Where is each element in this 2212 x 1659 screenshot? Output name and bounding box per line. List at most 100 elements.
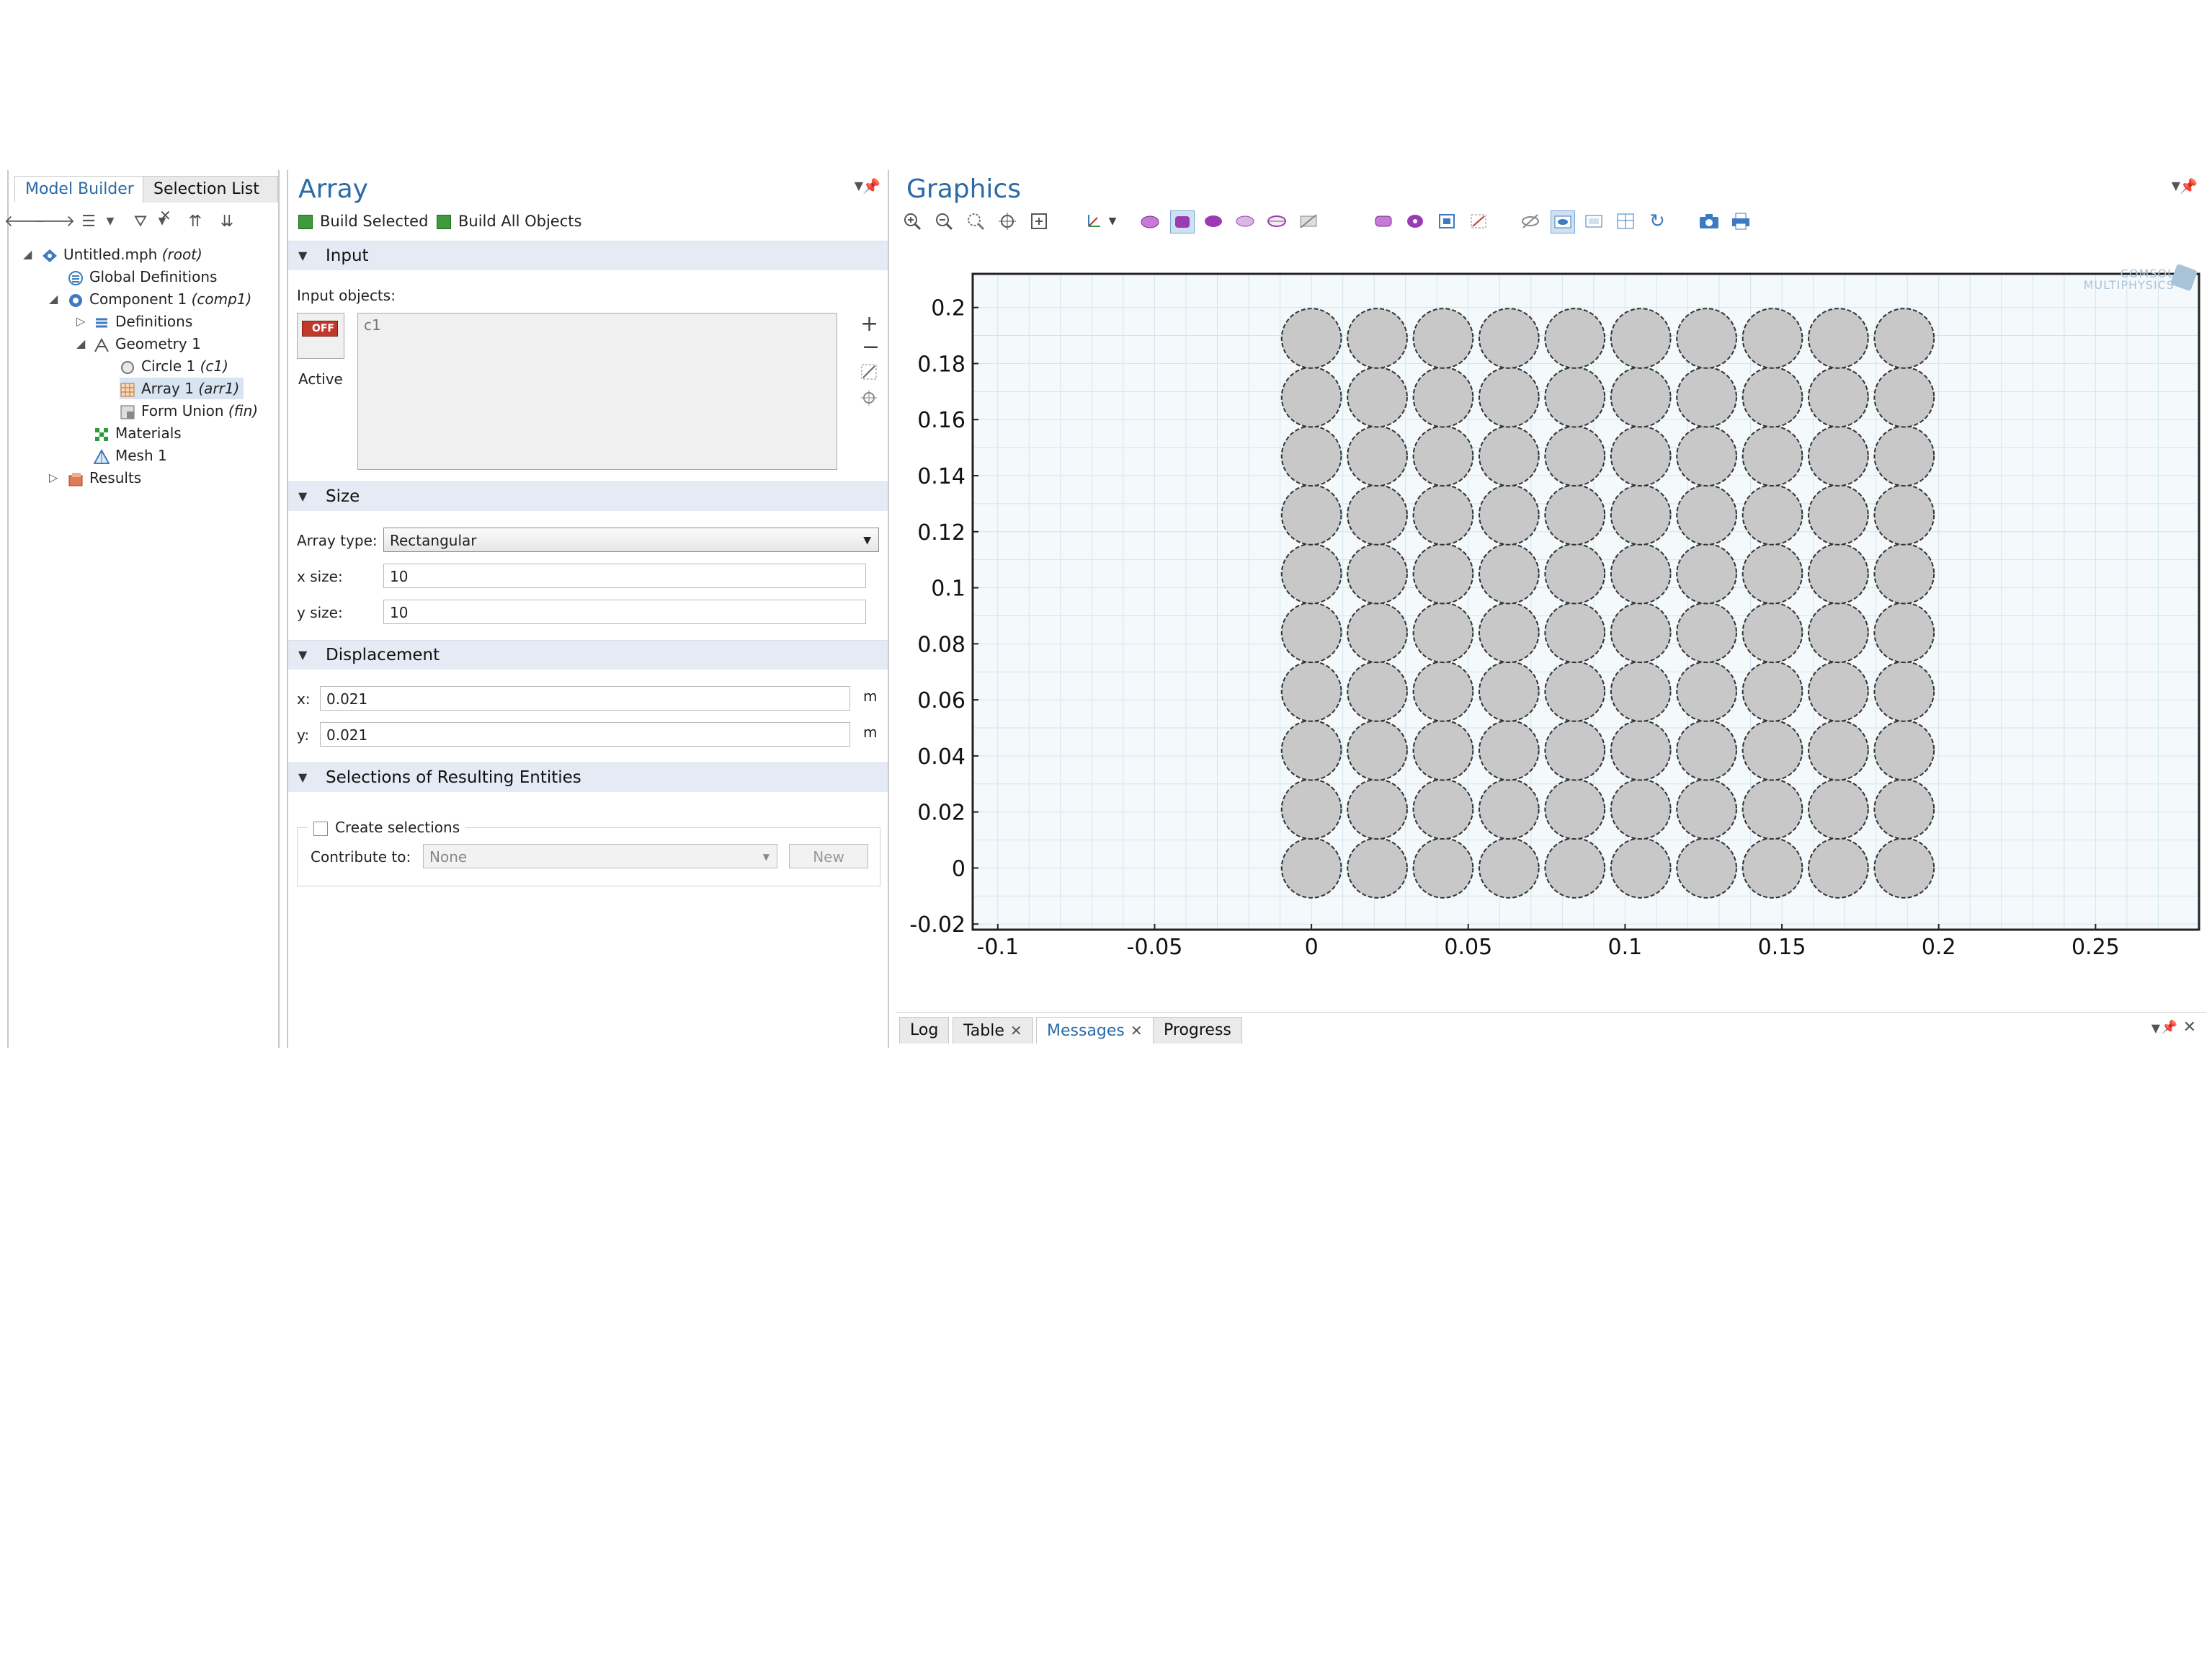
filter-icon[interactable]: ⛛ — [131, 212, 150, 231]
tree-tag: (root) — [161, 246, 202, 263]
select-points-icon[interactable] — [1234, 210, 1257, 232]
array-circle — [1741, 543, 1803, 605]
tree-tag: (c1) — [200, 357, 228, 375]
pin-icon[interactable]: 📌 — [2180, 177, 2198, 195]
tree-item-geometry[interactable]: Geometry 1 — [94, 333, 201, 355]
list-item[interactable]: c1 — [364, 316, 381, 334]
tree-item-global-definitions[interactable]: Global Definitions — [68, 266, 217, 288]
array-type-select[interactable]: Rectangular ▼ — [383, 528, 879, 552]
forward-arrow-icon[interactable]: 🡒 — [33, 212, 76, 231]
close-icon[interactable]: ✕ — [1010, 1018, 1022, 1044]
array-circle — [1280, 719, 1342, 781]
tab-messages[interactable]: Messages ✕ — [1036, 1017, 1154, 1044]
tab-log[interactable]: Log — [899, 1017, 950, 1044]
show-list-icon[interactable]: ☰ — [79, 212, 98, 231]
tab-table[interactable]: Table ✕ — [953, 1017, 1033, 1044]
x-size-input[interactable]: 10 — [383, 564, 866, 588]
camera-icon[interactable] — [1698, 210, 1721, 232]
print-icon[interactable] — [1729, 210, 1752, 232]
x-tick-label: 0 — [1305, 935, 1319, 960]
selections-section-header[interactable]: ▼ Selections of Resulting Entities — [288, 762, 888, 792]
clear-selection-icon[interactable] — [1467, 210, 1490, 232]
wireframe-icon[interactable] — [1614, 210, 1637, 232]
tree-item-root[interactable]: Untitled.mph (root) — [42, 244, 202, 265]
array-circle — [1873, 661, 1935, 722]
transparency-icon[interactable] — [1582, 210, 1605, 232]
close-icon[interactable]: ✕ — [2183, 1018, 2196, 1036]
select-objects-icon[interactable] — [1138, 210, 1161, 232]
expand-all-icon[interactable]: ⇊ — [218, 212, 236, 231]
zoom-out-icon[interactable] — [932, 210, 955, 232]
tree-item-array-selected[interactable]: Array 1 (arr1) — [120, 378, 244, 399]
y-size-input[interactable]: 10 — [383, 600, 866, 624]
add-icon[interactable]: + — [860, 311, 878, 337]
geometry-plot[interactable]: -0.1 -0.05 0 0.05 0.1 0.15 0.2 0.25 0.2 0.18 0.16 0… — [896, 242, 2206, 970]
zoom-selected-icon[interactable] — [996, 210, 1019, 232]
view-icon[interactable] — [1551, 210, 1575, 233]
build-selected-button[interactable]: Build Selected — [298, 210, 428, 232]
tree-item-definitions[interactable]: Definitions — [94, 311, 192, 332]
panel-menu-icon[interactable]: ▼ — [2151, 1021, 2160, 1035]
expander-results[interactable]: ▷ — [49, 467, 58, 489]
disp-y-input[interactable]: 0.021 — [320, 722, 850, 747]
create-selections-checkbox[interactable]: Create selections — [308, 818, 466, 837]
graphics-canvas[interactable]: -0.1 -0.05 0 0.05 0.1 0.15 0.2 0.25 0.2 0.18 0.16 0… — [896, 242, 2206, 970]
contribute-to-select[interactable]: None ▼ — [423, 844, 777, 868]
tree-item-component[interactable]: Component 1 (comp1) — [68, 288, 251, 310]
tree-item-results[interactable]: Results — [68, 467, 141, 489]
expander-geometry[interactable]: ◢ — [76, 333, 85, 355]
zoom-window-icon[interactable] — [1435, 210, 1458, 232]
select-domains-icon[interactable] — [1170, 210, 1195, 233]
array-circle — [1544, 425, 1606, 487]
size-section-header[interactable]: ▼ Size — [288, 481, 888, 511]
tree-item-mesh[interactable]: Mesh 1 — [93, 445, 167, 466]
tab-progress[interactable]: Progress — [1153, 1017, 1242, 1044]
array-circle — [1610, 719, 1672, 781]
chevron-down-icon[interactable]: ▼ — [1101, 210, 1124, 232]
input-objects-list[interactable]: c1 — [357, 313, 837, 470]
tab-model-builder[interactable]: Model Builder — [14, 176, 145, 203]
zoom-to-selection-icon[interactable] — [860, 389, 878, 406]
chevron-down-icon[interactable]: ▼ — [101, 212, 120, 231]
expander-definitions[interactable]: ▷ — [76, 311, 85, 332]
tab-selection-list[interactable]: Selection List✕ — [143, 176, 278, 224]
new-button[interactable]: New — [789, 844, 868, 868]
hide-icon[interactable] — [1519, 210, 1542, 232]
array-circle — [1280, 778, 1342, 840]
tree-item-form-union[interactable]: Form Union (fin) — [120, 400, 258, 422]
array-circle — [1347, 661, 1408, 722]
close-icon[interactable]: ✕ — [1130, 1018, 1143, 1044]
hide-selected-icon[interactable] — [1297, 210, 1320, 232]
select-edges-icon[interactable] — [1265, 210, 1288, 232]
checkbox-box[interactable] — [313, 821, 328, 836]
global-definitions-icon — [68, 270, 84, 286]
displacement-section-header[interactable]: ▼ Displacement — [288, 640, 888, 670]
bottom-tabbar: Log Table ✕ Messages ✕ Progress ▼ 📌 ✕ — [896, 1012, 2206, 1046]
pin-icon[interactable]: 📌 — [862, 177, 880, 195]
zoom-extents-icon[interactable] — [1027, 210, 1051, 232]
clear-selection-icon[interactable] — [860, 363, 878, 381]
zoom-in-icon[interactable] — [901, 210, 924, 232]
build-icon-2[interactable] — [1404, 210, 1427, 232]
array-circle — [1479, 778, 1540, 840]
select-boundaries-icon[interactable] — [1202, 210, 1225, 232]
pin-icon[interactable]: 📌 — [2162, 1020, 2177, 1035]
back-arrow-icon[interactable]: 🡐 — [4, 212, 47, 231]
disp-x-input[interactable]: 0.021 — [320, 686, 850, 711]
expander-root[interactable]: ◢ — [23, 244, 32, 265]
tree-item-materials[interactable]: Materials — [94, 422, 182, 444]
chevron-down-icon[interactable]: ▼ — [153, 212, 171, 231]
collapse-all-icon[interactable]: ⇈ — [186, 212, 205, 231]
graphics-panel: Graphics ▼ 📌 ▼ ↻ -0.1 -0.05 0 0.05 0.1 0.15 0.… — [896, 170, 2206, 1048]
expander-component[interactable]: ◢ — [49, 288, 58, 310]
active-toggle-button[interactable]: OFF — [297, 313, 344, 359]
tree-item-circle[interactable]: Circle 1 (c1) — [120, 355, 228, 377]
build-all-button[interactable]: Build All Objects — [437, 210, 581, 232]
zoom-box-icon[interactable] — [964, 210, 987, 232]
array-circle — [1808, 484, 1869, 546]
reset-view-icon[interactable]: ↻ — [1646, 210, 1669, 232]
disp-x-label: x: — [297, 690, 311, 708]
input-section-header[interactable]: ▼ Input — [288, 241, 888, 270]
remove-icon[interactable]: − — [862, 334, 880, 360]
build-icon-1[interactable] — [1372, 210, 1395, 232]
